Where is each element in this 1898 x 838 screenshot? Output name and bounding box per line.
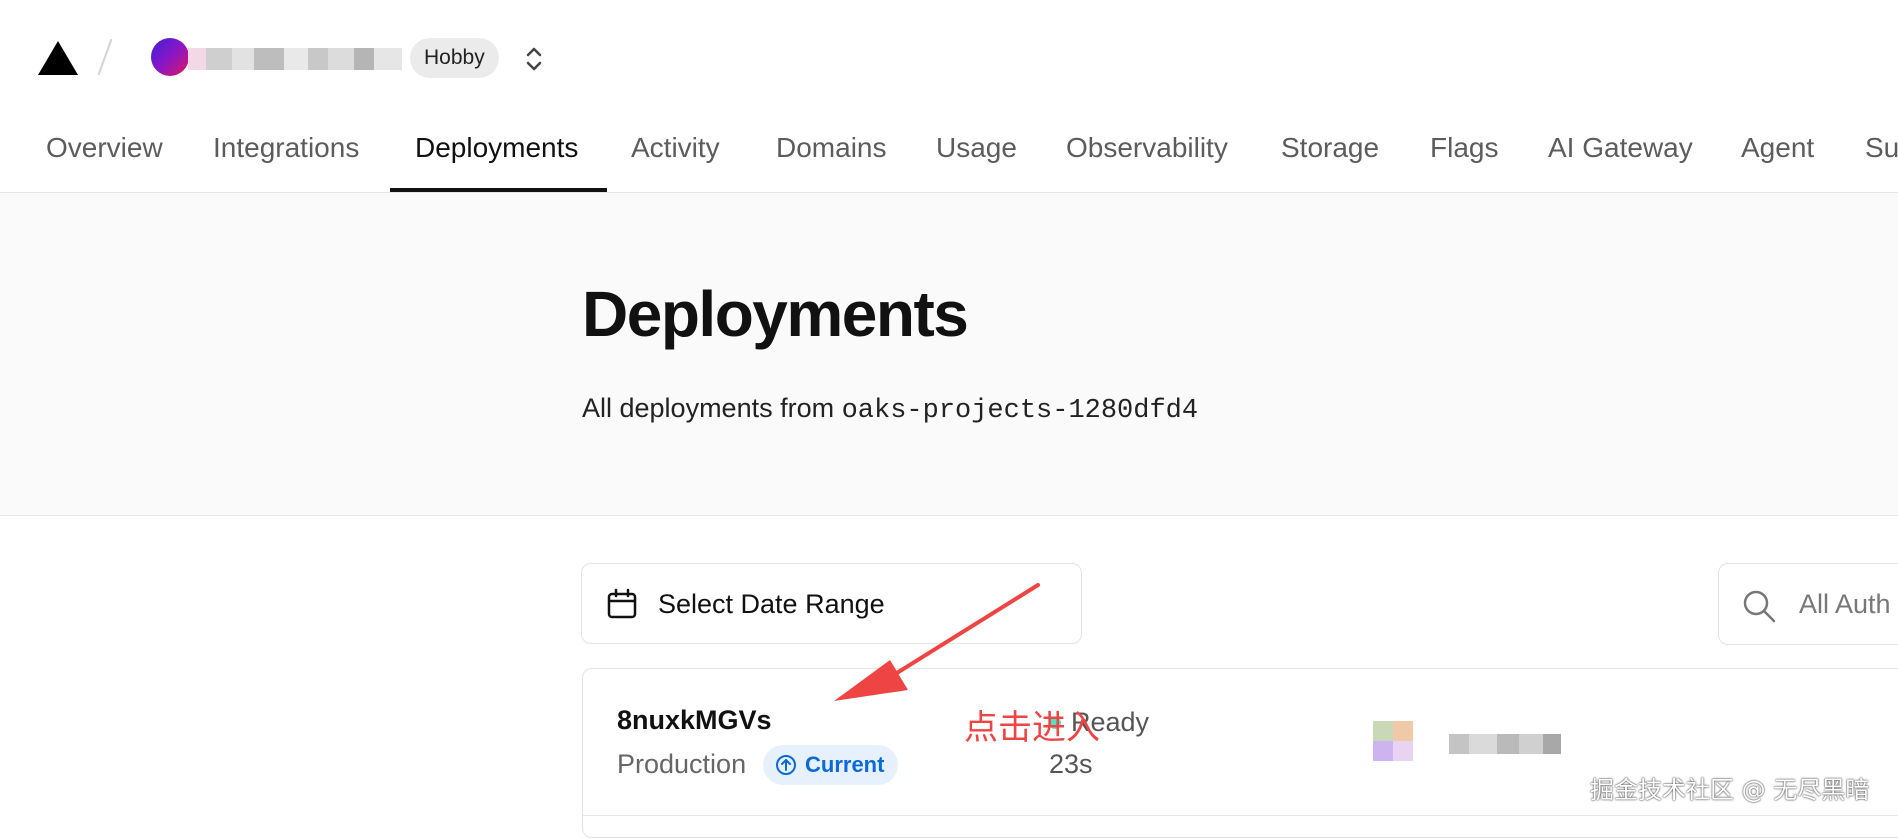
scope-name: oaks-projects-1280dfd4 — [841, 396, 1199, 426]
tab-overflow[interactable]: Su — [1865, 112, 1898, 192]
author-name-redacted — [1449, 734, 1561, 754]
breadcrumb-separator — [97, 38, 113, 76]
date-range-label: Select Date Range — [658, 589, 885, 619]
triangle-logo-icon[interactable] — [38, 41, 78, 75]
arrow-up-circle-icon — [776, 755, 796, 775]
tab-observability[interactable]: Observability — [1066, 112, 1228, 192]
tab-overview[interactable]: Overview — [46, 112, 163, 192]
tab-storage[interactable]: Storage — [1281, 112, 1379, 192]
search-icon — [1743, 590, 1776, 623]
page-header: Deployments All deployments from oaks-pr… — [0, 193, 1898, 516]
deployments-list: 8nuxkMGVs Production Current Ready 23s — [582, 668, 1898, 838]
current-label: Current — [805, 752, 885, 777]
tab-activity[interactable]: Activity — [631, 112, 720, 192]
deployment-duration: 23s — [1049, 749, 1093, 779]
tab-domains[interactable]: Domains — [776, 112, 886, 192]
calendar-icon — [607, 588, 637, 619]
project-tabs: Overview Integrations Deployments Activi… — [0, 112, 1898, 193]
deployment-id[interactable]: 8nuxkMGVs — [617, 705, 772, 736]
page-title: Deployments — [582, 278, 969, 350]
tab-deployments[interactable]: Deployments — [415, 112, 578, 192]
author-search[interactable] — [1718, 563, 1898, 645]
annotation-label: 点击进入 — [964, 708, 1100, 748]
page-subtitle: All deployments from oaks-projects-1280d… — [582, 393, 1198, 426]
deployment-environment: Production — [617, 749, 747, 779]
chevron-up-down-icon[interactable] — [520, 42, 548, 76]
tab-ai-gateway[interactable]: AI Gateway — [1548, 112, 1693, 192]
team-avatar[interactable] — [151, 38, 189, 76]
team-name-redacted[interactable] — [188, 48, 402, 70]
tab-agent[interactable]: Agent — [1741, 112, 1814, 192]
current-badge: Current — [763, 745, 899, 785]
author-avatar — [1373, 721, 1413, 761]
active-tab-indicator — [390, 188, 607, 192]
author-search-input[interactable] — [1799, 564, 1898, 644]
plan-badge: Hobby — [410, 38, 499, 78]
subtitle-prefix: All deployments from — [582, 393, 842, 423]
top-bar: Hobby — [0, 0, 1898, 112]
watermark-text: 掘金技术社区 @ 无尽黑暗 — [1590, 776, 1870, 804]
tab-flags[interactable]: Flags — [1430, 112, 1498, 192]
tab-usage[interactable]: Usage — [936, 112, 1017, 192]
tab-integrations[interactable]: Integrations — [213, 112, 359, 192]
date-range-button[interactable]: Select Date Range — [581, 563, 1082, 644]
